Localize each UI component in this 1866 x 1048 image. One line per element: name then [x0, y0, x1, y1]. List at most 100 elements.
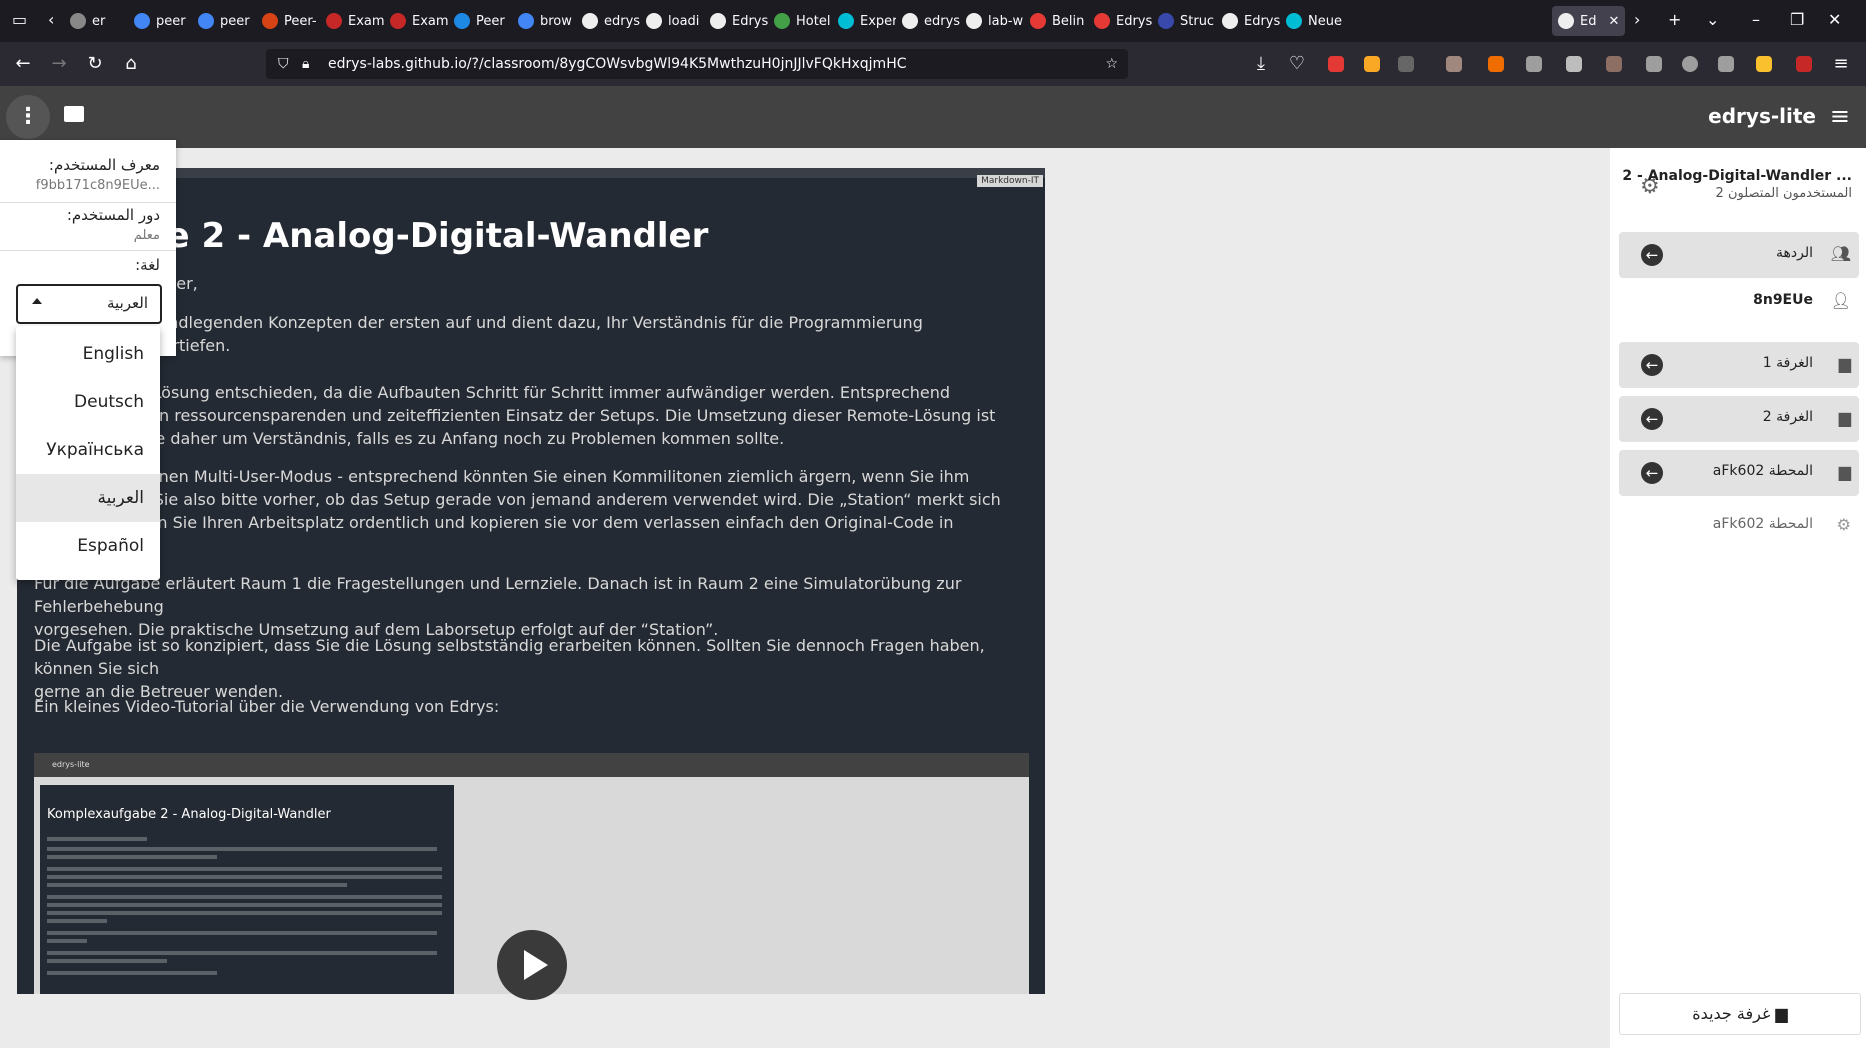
browser-tab[interactable]: Belin [1030, 6, 1088, 36]
tab-favicon [1030, 13, 1046, 29]
scroll-tabs-left-icon[interactable]: ‹ [48, 10, 54, 29]
enter-room-arrow-icon[interactable]: ← [1641, 244, 1663, 266]
library-icon[interactable] [1526, 56, 1542, 72]
adblock-extension-icon[interactable] [1328, 56, 1344, 72]
browser-tab[interactable]: Exper [838, 6, 896, 36]
minimize-icon[interactable]: – [1752, 10, 1760, 29]
enter-room-arrow-icon[interactable]: ← [1641, 462, 1663, 484]
home-icon[interactable]: ⌂ [120, 53, 142, 74]
room-1[interactable]: ← الغرفة 1 ▆ [1619, 342, 1859, 388]
browser-tab[interactable]: Edrys [710, 6, 768, 36]
browser-tab[interactable]: edrys [902, 6, 960, 36]
notification-extension-icon[interactable] [1756, 56, 1772, 72]
browser-tab[interactable]: peer [134, 6, 192, 36]
tab-label: Exam [412, 13, 448, 29]
user-role-label: دور المستخدم: [66, 206, 160, 224]
play-button[interactable] [497, 930, 567, 1000]
reload-icon[interactable]: ↻ [84, 53, 106, 74]
chat-icon: ▆ [1838, 462, 1851, 481]
browser-tab[interactable]: peer [198, 6, 256, 36]
pocket-icon[interactable]: ♡ [1286, 53, 1308, 74]
browser-tab[interactable]: er [70, 6, 128, 36]
chat-toggle-icon[interactable] [64, 106, 84, 122]
room-name: الغرفة 2 [1762, 409, 1813, 425]
person-add-icon[interactable]: 👤︎ [1831, 291, 1851, 310]
language-option-english[interactable]: English [16, 330, 160, 378]
browser-tab-strip: ▭ ‹ er peer peer Peer- Exam Exam Peer brow edrys… [0, 0, 1866, 42]
browser-menu-icon[interactable]: ≡ [1830, 53, 1852, 74]
language-select[interactable]: العربية [16, 284, 162, 324]
new-tab-icon[interactable]: + [1668, 10, 1681, 29]
browser-tab[interactable]: Struc [1158, 6, 1216, 36]
browser-tab[interactable]: Neue [1286, 6, 1344, 36]
tab-label: Struc [1180, 13, 1215, 29]
browser-tab[interactable]: Peer [454, 6, 512, 36]
enter-room-arrow-icon[interactable]: ← [1641, 354, 1663, 376]
restore-icon[interactable]: ❐ [1790, 10, 1804, 29]
language-option-espanol[interactable]: Español [16, 522, 160, 570]
language-option-arabic[interactable]: العربية [16, 474, 160, 522]
language-option-deutsch[interactable]: Deutsch [16, 378, 160, 426]
browser-tab[interactable]: Exam [390, 6, 448, 36]
tab-label: Edrys [1244, 13, 1280, 29]
ublock-extension-icon[interactable] [1796, 56, 1812, 72]
module-badge: Markdown-IT [977, 175, 1043, 187]
tab-overview-icon[interactable]: ▭ [12, 10, 27, 29]
divider [0, 202, 176, 203]
room-name: الغرفة 1 [1762, 355, 1813, 371]
main-area: Markdown-IT aufgabe 2 - Analog-Digital-W… [0, 148, 1610, 1048]
duckduckgo-extension-icon[interactable] [1488, 56, 1504, 72]
room-station[interactable]: ← المحطة aFk602 ▆ [1619, 450, 1859, 496]
room-2[interactable]: ← الغرفة 2 ▆ [1619, 396, 1859, 442]
browser-tab[interactable]: Exam [326, 6, 384, 36]
browser-tab[interactable]: Edrys [1222, 6, 1280, 36]
browser-tab[interactable]: Edrys [1094, 6, 1152, 36]
new-room-button[interactable]: ▆ غرفة جديدة [1619, 993, 1861, 1035]
paragraph: Ein kleines Video-Tutorial über die Verw… [34, 697, 500, 716]
enter-room-arrow-icon[interactable]: ← [1641, 408, 1663, 430]
tab-label: edrys [604, 13, 640, 29]
tab-favicon [1094, 13, 1110, 29]
tab-favicon [966, 13, 982, 29]
cookie-extension-icon[interactable] [1606, 56, 1622, 72]
caret-up-icon [32, 298, 42, 304]
browser-tab[interactable]: brow [518, 6, 576, 36]
rooms-sidebar: ⚙ 2 - Analog-Digital-Wandler ... المستخد… [1610, 148, 1866, 1048]
scroll-tabs-right-icon[interactable]: › [1634, 10, 1640, 29]
bookmark-star-icon[interactable]: ☆ [1105, 49, 1118, 79]
browser-tab[interactable]: lab-w [966, 6, 1024, 36]
browser-tab[interactable]: Peer- [262, 6, 320, 36]
panda-extension-icon[interactable] [1566, 56, 1582, 72]
hamburger-menu-icon[interactable]: ≡ [1830, 102, 1850, 130]
close-window-icon[interactable]: ✕ [1828, 10, 1841, 29]
room-lobby[interactable]: ← الردهة 👥︎ [1619, 232, 1859, 278]
language-option-ukrainian[interactable]: Українська [16, 426, 160, 474]
feather-extension-icon[interactable] [1398, 56, 1414, 72]
lock-icon[interactable]: 🔒︎ [302, 49, 309, 79]
downloads-icon[interactable]: ⤓ [1250, 53, 1272, 74]
browser-tab[interactable]: Hotel [774, 6, 832, 36]
url-text[interactable]: edrys-labs.github.io/?/classroom/8ygCOWs… [328, 49, 907, 79]
color-extension-icon[interactable] [1364, 56, 1380, 72]
browser-tab[interactable]: edrys [582, 6, 640, 36]
account-icon[interactable] [1682, 56, 1698, 72]
tab-close-icon[interactable]: ✕ [1608, 14, 1619, 29]
extensions-icon[interactable] [1718, 56, 1734, 72]
back-icon[interactable]: ← [12, 53, 34, 74]
preview-text-line [47, 895, 442, 899]
tab-active[interactable]: Ed ✕ [1552, 6, 1626, 36]
tab-label: Ed [1580, 13, 1597, 29]
chat-icon: ▆ [1838, 408, 1851, 427]
preview-text-line [47, 919, 107, 923]
shield-icon[interactable]: ⛉ [278, 49, 289, 79]
more-vert-icon[interactable]: ⋮ [6, 95, 50, 139]
browser-tab[interactable]: loadi [646, 6, 704, 36]
forward-icon[interactable]: → [48, 53, 70, 74]
monkey-extension-icon[interactable] [1446, 56, 1462, 72]
sidebar-toggle-icon[interactable] [1646, 56, 1662, 72]
list-tabs-icon[interactable]: ⌄ [1706, 10, 1719, 29]
person-settings-icon[interactable]: ⚙ [1837, 515, 1851, 534]
language-label: لغة: [135, 256, 160, 274]
station-user-entry: المحطة aFk602 ⚙ [1619, 510, 1859, 540]
url-bar[interactable]: ⛉ 🔒︎ edrys-labs.github.io/?/classroom/8y… [266, 49, 1128, 79]
